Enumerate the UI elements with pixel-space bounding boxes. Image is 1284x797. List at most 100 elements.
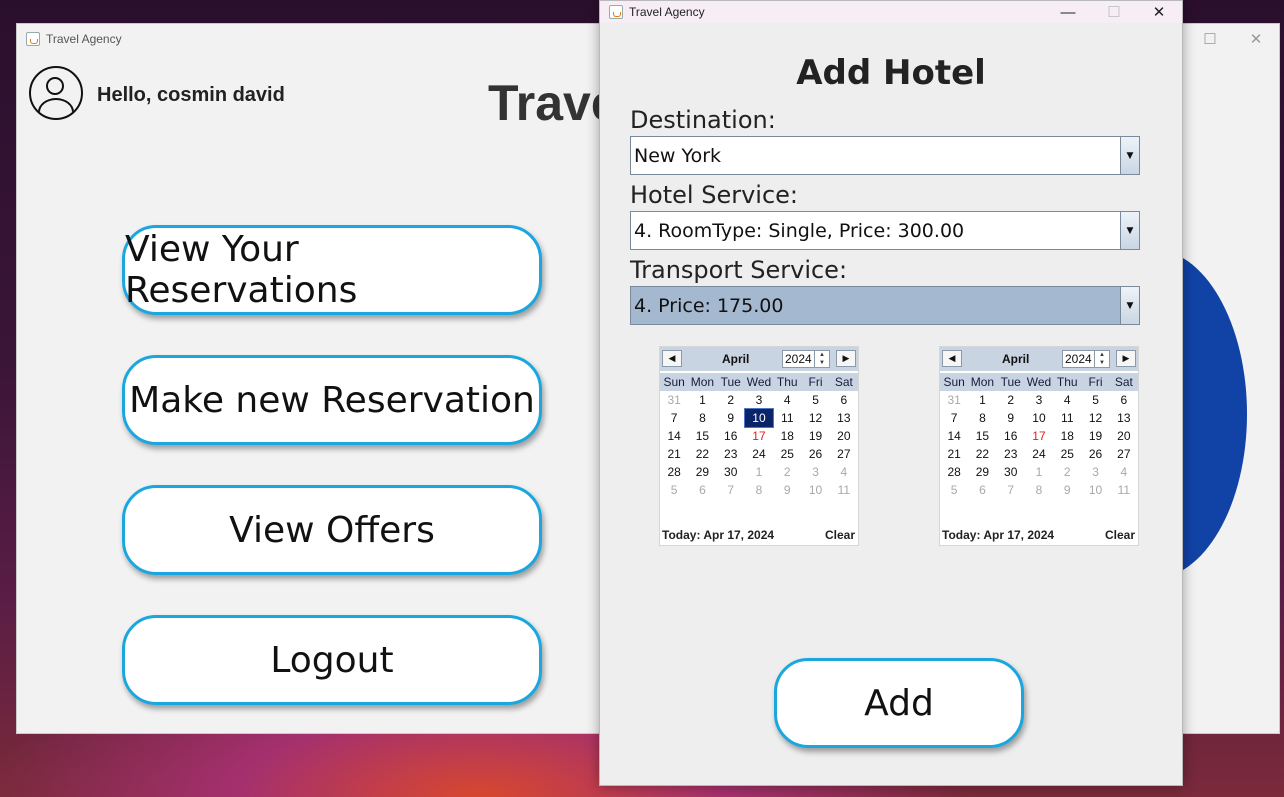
calendar-day[interactable]: 6 [968, 481, 996, 499]
add-button[interactable]: Add [774, 658, 1024, 748]
calendar-day[interactable]: 29 [968, 463, 996, 481]
calendar-day[interactable]: 2 [997, 391, 1025, 409]
close-icon[interactable]: ✕ [1233, 24, 1279, 54]
dialog-titlebar[interactable]: Travel Agency — ☐ ✕ [600, 1, 1182, 23]
calendar-day[interactable]: 16 [997, 427, 1025, 445]
calendar-day[interactable]: 7 [717, 481, 745, 499]
calendar-day[interactable]: 29 [688, 463, 716, 481]
calendar-day[interactable]: 16 [717, 427, 745, 445]
calendar-day[interactable]: 8 [968, 409, 996, 427]
calendar-day[interactable]: 13 [1110, 409, 1138, 427]
next-month-icon[interactable]: ▶ [1116, 350, 1136, 367]
start-date-calendar[interactable]: ◀ April 2024 ▲ ▼ ▶ Sun Mon Tue Wed Thu Fri Sat 3… [659, 346, 859, 546]
spinner-arrows-icon[interactable]: ▲ ▼ [1094, 351, 1109, 367]
calendar-day[interactable]: 30 [997, 463, 1025, 481]
today-label[interactable]: Today: Apr 17, 2024 [662, 528, 774, 542]
calendar-day[interactable]: 23 [997, 445, 1025, 463]
calendar-day[interactable]: 9 [773, 481, 801, 499]
calendar-day[interactable]: 11 [1053, 409, 1081, 427]
calendar-day[interactable]: 24 [745, 445, 773, 463]
calendar-day[interactable]: 10 [1025, 409, 1053, 427]
calendar-month[interactable]: April [722, 352, 749, 366]
calendar-day[interactable]: 21 [940, 445, 968, 463]
chevron-down-icon[interactable]: ▼ [1120, 212, 1139, 249]
calendar-year-spinner[interactable]: 2024 ▲ ▼ [782, 350, 830, 368]
calendar-day[interactable]: 8 [1025, 481, 1053, 499]
calendar-day[interactable]: 25 [1053, 445, 1081, 463]
calendar-day[interactable]: 15 [968, 427, 996, 445]
calendar-day[interactable]: 13 [830, 409, 858, 427]
calendar-day[interactable]: 14 [940, 427, 968, 445]
calendar-day[interactable]: 27 [830, 445, 858, 463]
calendar-day[interactable]: 19 [801, 427, 829, 445]
calendar-day[interactable]: 7 [940, 409, 968, 427]
calendar-day[interactable]: 7 [997, 481, 1025, 499]
calendar-day[interactable]: 11 [830, 481, 858, 499]
calendar-day[interactable]: 24 [1025, 445, 1053, 463]
calendar-day[interactable]: 5 [801, 391, 829, 409]
clear-button[interactable]: Clear [825, 528, 855, 542]
calendar-day[interactable]: 17 [1025, 427, 1053, 445]
calendar-day[interactable]: 2 [773, 463, 801, 481]
spinner-arrows-icon[interactable]: ▲ ▼ [814, 351, 829, 367]
clear-button[interactable]: Clear [1105, 528, 1135, 542]
calendar-day[interactable]: 2 [717, 391, 745, 409]
prev-month-icon[interactable]: ◀ [662, 350, 682, 367]
calendar-day[interactable]: 28 [940, 463, 968, 481]
calendar-day[interactable]: 1 [968, 391, 996, 409]
today-label[interactable]: Today: Apr 17, 2024 [942, 528, 1054, 542]
calendar-day[interactable]: 8 [688, 409, 716, 427]
calendar-day[interactable]: 3 [1025, 391, 1053, 409]
calendar-day[interactable]: 9 [717, 409, 745, 427]
calendar-day[interactable]: 20 [830, 427, 858, 445]
close-icon[interactable]: ✕ [1136, 1, 1182, 23]
calendar-day[interactable]: 5 [1081, 391, 1109, 409]
calendar-day[interactable]: 5 [940, 481, 968, 499]
calendar-day[interactable]: 28 [660, 463, 688, 481]
calendar-day[interactable]: 9 [1053, 481, 1081, 499]
next-month-icon[interactable]: ▶ [836, 350, 856, 367]
calendar-year-spinner[interactable]: 2024 ▲ ▼ [1062, 350, 1110, 368]
calendar-day[interactable]: 10 [743, 408, 775, 428]
calendar-day[interactable]: 12 [1081, 409, 1109, 427]
calendar-day[interactable]: 11 [773, 409, 801, 427]
calendar-day[interactable]: 4 [830, 463, 858, 481]
calendar-day[interactable]: 4 [1110, 463, 1138, 481]
calendar-day[interactable]: 23 [717, 445, 745, 463]
calendar-day[interactable]: 19 [1081, 427, 1109, 445]
hotel-service-select[interactable]: 4. RoomType: Single, Price: 300.00 ▼ [630, 211, 1140, 250]
view-offers-button[interactable]: View Offers [122, 485, 542, 575]
calendar-month[interactable]: April [1002, 352, 1029, 366]
calendar-day[interactable]: 1 [1025, 463, 1053, 481]
user-avatar-icon[interactable] [29, 66, 83, 120]
chevron-down-icon[interactable]: ▼ [1120, 137, 1139, 174]
calendar-day[interactable]: 3 [745, 391, 773, 409]
minimize-icon[interactable]: — [1045, 1, 1091, 23]
calendar-day[interactable]: 6 [830, 391, 858, 409]
prev-month-icon[interactable]: ◀ [942, 350, 962, 367]
calendar-day[interactable]: 31 [660, 391, 688, 409]
calendar-day[interactable]: 27 [1110, 445, 1138, 463]
calendar-day[interactable]: 10 [801, 481, 829, 499]
calendar-day[interactable]: 20 [1110, 427, 1138, 445]
maximize-icon[interactable]: ☐ [1187, 24, 1233, 54]
chevron-down-icon[interactable]: ▼ [1120, 287, 1139, 324]
calendar-day[interactable]: 31 [940, 391, 968, 409]
calendar-day[interactable]: 26 [801, 445, 829, 463]
calendar-day[interactable]: 4 [1053, 391, 1081, 409]
calendar-day[interactable]: 17 [745, 427, 773, 445]
calendar-day[interactable]: 11 [1110, 481, 1138, 499]
calendar-day[interactable]: 22 [968, 445, 996, 463]
view-reservations-button[interactable]: View Your Reservations [122, 225, 542, 315]
calendar-day[interactable]: 8 [745, 481, 773, 499]
calendar-day[interactable]: 21 [660, 445, 688, 463]
calendar-day[interactable]: 2 [1053, 463, 1081, 481]
destination-select[interactable]: New York ▼ [630, 136, 1140, 175]
calendar-day[interactable]: 26 [1081, 445, 1109, 463]
calendar-day[interactable]: 1 [688, 391, 716, 409]
calendar-day[interactable]: 4 [773, 391, 801, 409]
maximize-icon[interactable]: ☐ [1091, 1, 1137, 23]
calendar-day[interactable]: 25 [773, 445, 801, 463]
calendar-day[interactable]: 6 [1110, 391, 1138, 409]
calendar-day[interactable]: 7 [660, 409, 688, 427]
